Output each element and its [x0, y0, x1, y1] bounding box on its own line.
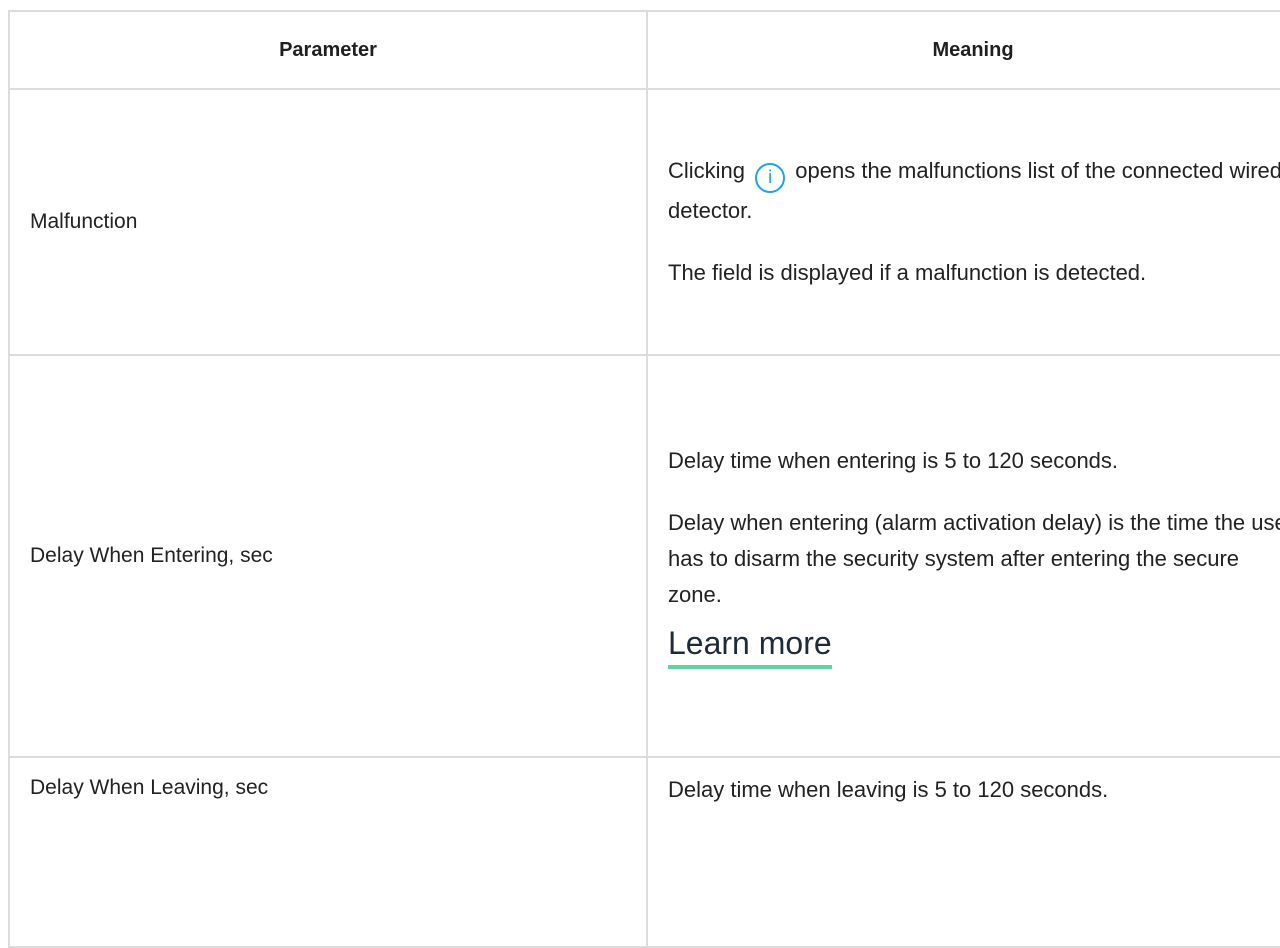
- meaning-paragraph: Delay time when leaving is 5 to 120 seco…: [668, 777, 1109, 802]
- parameters-table: Parameter Meaning Malfunction Clicking i…: [8, 10, 1280, 948]
- meaning-cell: Clicking i opens the malfunctions list o…: [646, 88, 1280, 356]
- param-name: Delay When Leaving, sec: [8, 756, 648, 948]
- learn-more-link[interactable]: Learn more: [668, 623, 832, 669]
- meaning-paragraph: Delay time when entering is 5 to 120 sec…: [668, 448, 1119, 473]
- table-row-malfunction: Malfunction Clicking i opens the malfunc…: [8, 88, 1280, 356]
- meaning-cell: Delay time when leaving is 5 to 120 seco…: [646, 756, 1280, 948]
- info-circle-icon[interactable]: i: [755, 163, 786, 193]
- param-name: Malfunction: [8, 88, 648, 356]
- meaning-cell: Delay time when entering is 5 to 120 sec…: [646, 354, 1280, 758]
- meaning-paragraph: Clicking i opens the malfunctions list o…: [668, 153, 1280, 229]
- table-row-delay-entering: Delay When Entering, sec Delay time when…: [8, 354, 1280, 758]
- meaning-text-clicking: Clicking: [668, 158, 746, 183]
- meaning-paragraph: The field is displayed if a malfunction …: [668, 260, 1147, 285]
- table-row-delay-leaving: Delay When Leaving, sec Delay time when …: [8, 756, 1280, 948]
- header-meaning: Meaning: [646, 10, 1280, 90]
- meaning-paragraph: Delay when entering (alarm activation de…: [668, 510, 1280, 607]
- table-header-row: Parameter Meaning: [8, 10, 1280, 90]
- header-parameter: Parameter: [8, 10, 648, 90]
- param-name: Delay When Entering, sec: [8, 354, 648, 758]
